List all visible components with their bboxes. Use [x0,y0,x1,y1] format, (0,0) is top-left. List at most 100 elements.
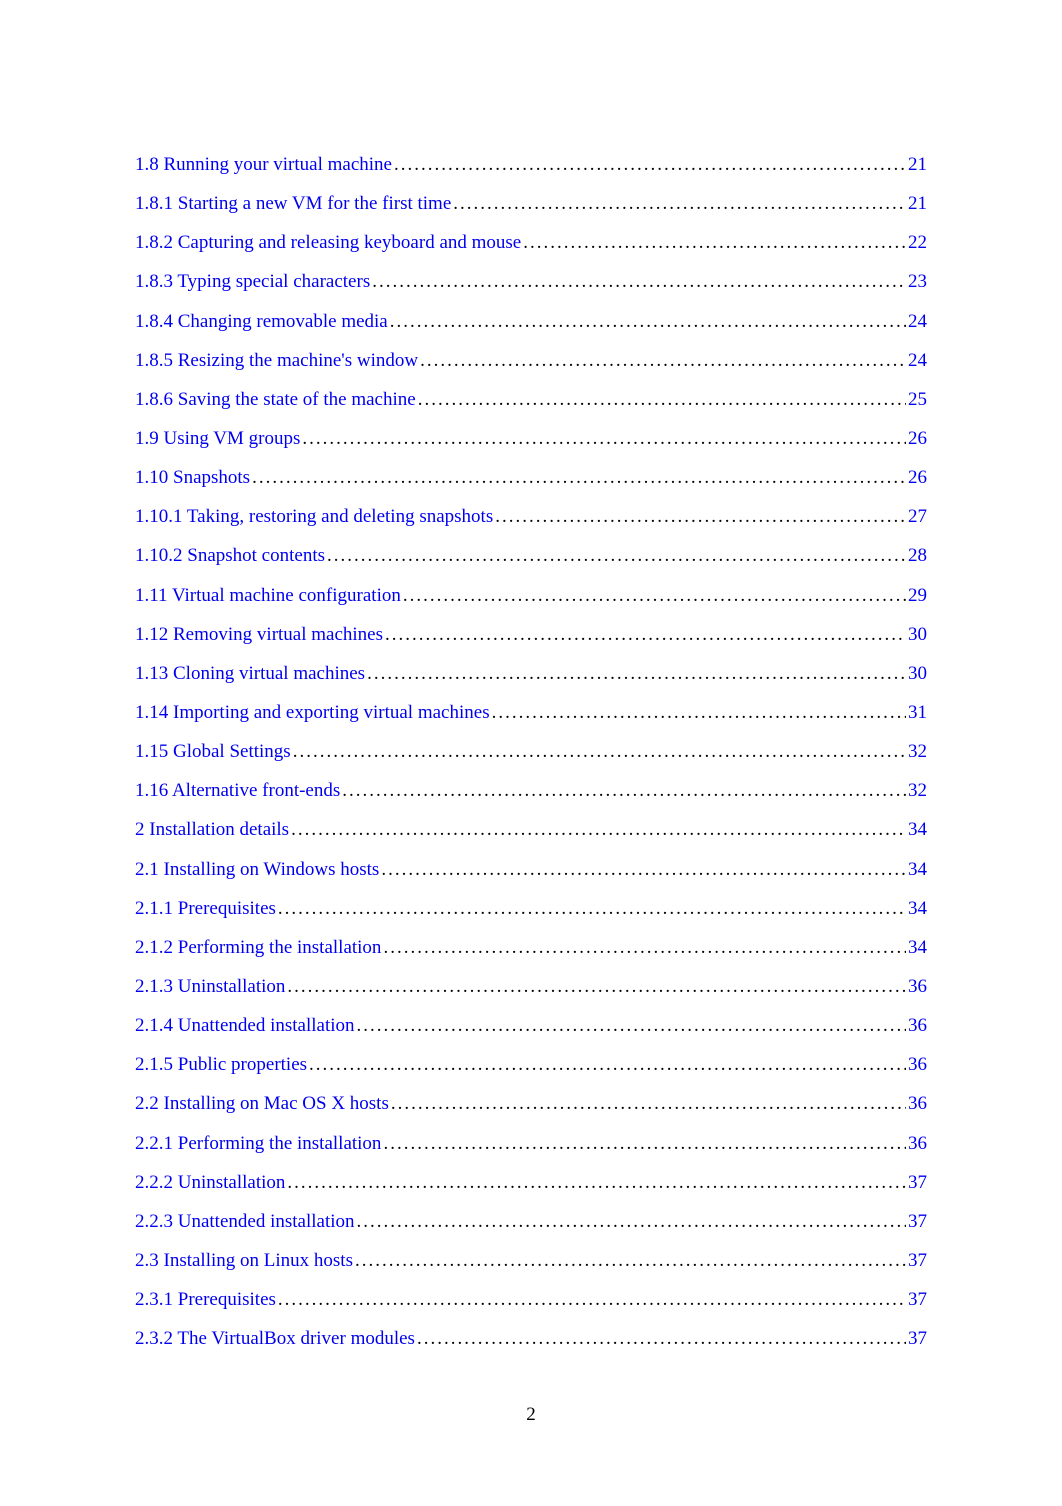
toc-page-link[interactable]: 26 [908,465,927,491]
toc-dots [453,191,906,217]
toc-page-link[interactable]: 37 [908,1287,927,1313]
toc-dots [252,465,906,491]
toc-title-link[interactable]: 2.3.2 The VirtualBox driver modules [135,1326,415,1352]
toc-entry: 1.8.2 Capturing and releasing keyboard a… [135,230,927,256]
toc-entry: 2.1.4 Unattended installation 36 [135,1013,927,1039]
toc-page: 1.8 Running your virtual machine 21 1.8.1 … [0,0,1062,1425]
toc-page-link[interactable]: 27 [908,504,927,530]
toc-dots [291,817,906,843]
toc-title-link[interactable]: 2.3 Installing on Linux hosts [135,1248,353,1274]
toc-page-link[interactable]: 36 [908,1013,927,1039]
toc-page-link[interactable]: 30 [908,661,927,687]
toc-title-link[interactable]: 1.14 Importing and exporting virtual mac… [135,700,490,726]
toc-dots [383,935,906,961]
toc-dots [417,1326,906,1352]
toc-title-link[interactable]: 1.10.2 Snapshot contents [135,543,325,569]
toc-title-link[interactable]: 1.11 Virtual machine configuration [135,583,401,609]
toc-page-link[interactable]: 31 [908,700,927,726]
toc-title-link[interactable]: 1.8.3 Typing special characters [135,269,370,295]
toc-page-link[interactable]: 24 [908,348,927,374]
toc-entry: 2.2.3 Unattended installation 37 [135,1209,927,1235]
toc-dots [495,504,906,530]
toc-title-link[interactable]: 2.2.2 Uninstallation [135,1170,285,1196]
toc-title-link[interactable]: 1.9 Using VM groups [135,426,300,452]
toc-title-link[interactable]: 1.15 Global Settings [135,739,291,765]
toc-title-link[interactable]: 1.8.2 Capturing and releasing keyboard a… [135,230,521,256]
toc-title-link[interactable]: 1.8.1 Starting a new VM for the first ti… [135,191,451,217]
toc-page-link[interactable]: 23 [908,269,927,295]
toc-dots [367,661,906,687]
toc-entry: 1.8.3 Typing special characters 23 [135,269,927,295]
toc-page-link[interactable]: 30 [908,622,927,648]
toc-page-link[interactable]: 37 [908,1170,927,1196]
toc-dots [372,269,906,295]
toc-page-link[interactable]: 36 [908,1052,927,1078]
toc-page-link[interactable]: 37 [908,1248,927,1274]
toc-dots [342,778,906,804]
toc-entry: 1.16 Alternative front-ends 32 [135,778,927,804]
toc-title-link[interactable]: 1.8.6 Saving the state of the machine [135,387,416,413]
toc-title-link[interactable]: 1.10 Snapshots [135,465,250,491]
toc-title-link[interactable]: 2.2.1 Performing the installation [135,1131,381,1157]
toc-list: 1.8 Running your virtual machine 21 1.8.1 … [135,152,927,1352]
toc-title-link[interactable]: 2.2 Installing on Mac OS X hosts [135,1091,389,1117]
toc-page-link[interactable]: 36 [908,974,927,1000]
toc-entry: 1.12 Removing virtual machines 30 [135,622,927,648]
toc-title-link[interactable]: 1.8 Running your virtual machine [135,152,392,178]
toc-title-link[interactable]: 2.1.2 Performing the installation [135,935,381,961]
toc-page-link[interactable]: 28 [908,543,927,569]
toc-entry: 2 Installation details 34 [135,817,927,843]
toc-dots [391,1091,906,1117]
toc-dots [403,583,906,609]
toc-dots [418,387,906,413]
toc-dots [287,1170,906,1196]
toc-page-link[interactable]: 32 [908,778,927,804]
toc-title-link[interactable]: 1.12 Removing virtual machines [135,622,383,648]
page-number: 2 [0,1404,1062,1426]
toc-entry: 2.1.5 Public properties 36 [135,1052,927,1078]
toc-title-link[interactable]: 1.8.5 Resizing the machine's window [135,348,418,374]
toc-page-link[interactable]: 21 [908,152,927,178]
toc-title-link[interactable]: 2.3.1 Prerequisites [135,1287,276,1313]
toc-entry: 2.2 Installing on Mac OS X hosts 36 [135,1091,927,1117]
toc-page-link[interactable]: 37 [908,1209,927,1235]
toc-dots [357,1209,906,1235]
toc-dots [302,426,906,452]
toc-entry: 2.2.1 Performing the installation 36 [135,1131,927,1157]
toc-title-link[interactable]: 2.1.1 Prerequisites [135,896,276,922]
toc-dots [327,543,906,569]
toc-page-link[interactable]: 29 [908,583,927,609]
toc-page-link[interactable]: 21 [908,191,927,217]
toc-page-link[interactable]: 34 [908,817,927,843]
toc-dots [381,857,906,883]
toc-title-link[interactable]: 2.2.3 Unattended installation [135,1209,355,1235]
toc-title-link[interactable]: 2.1 Installing on Windows hosts [135,857,379,883]
toc-page-link[interactable]: 36 [908,1131,927,1157]
toc-dots [309,1052,906,1078]
toc-page-link[interactable]: 34 [908,857,927,883]
toc-dots [420,348,906,374]
toc-page-link[interactable]: 32 [908,739,927,765]
toc-dots [394,152,906,178]
toc-title-link[interactable]: 1.16 Alternative front-ends [135,778,340,804]
toc-entry: 2.3.1 Prerequisites 37 [135,1287,927,1313]
toc-title-link[interactable]: 2.1.5 Public properties [135,1052,307,1078]
toc-page-link[interactable]: 34 [908,935,927,961]
toc-title-link[interactable]: 2.1.4 Unattended installation [135,1013,355,1039]
toc-page-link[interactable]: 22 [908,230,927,256]
toc-page-link[interactable]: 34 [908,896,927,922]
toc-title-link[interactable]: 1.10.1 Taking, restoring and deleting sn… [135,504,493,530]
toc-page-link[interactable]: 26 [908,426,927,452]
toc-page-link[interactable]: 37 [908,1326,927,1352]
toc-dots [293,739,906,765]
toc-page-link[interactable]: 36 [908,1091,927,1117]
toc-entry: 1.8 Running your virtual machine 21 [135,152,927,178]
toc-title-link[interactable]: 2 Installation details [135,817,289,843]
toc-title-link[interactable]: 1.13 Cloning virtual machines [135,661,365,687]
toc-page-link[interactable]: 24 [908,309,927,335]
toc-entry: 1.8.1 Starting a new VM for the first ti… [135,191,927,217]
toc-title-link[interactable]: 2.1.3 Uninstallation [135,974,285,1000]
toc-entry: 2.3.2 The VirtualBox driver modules 37 [135,1326,927,1352]
toc-page-link[interactable]: 25 [908,387,927,413]
toc-title-link[interactable]: 1.8.4 Changing removable media [135,309,388,335]
